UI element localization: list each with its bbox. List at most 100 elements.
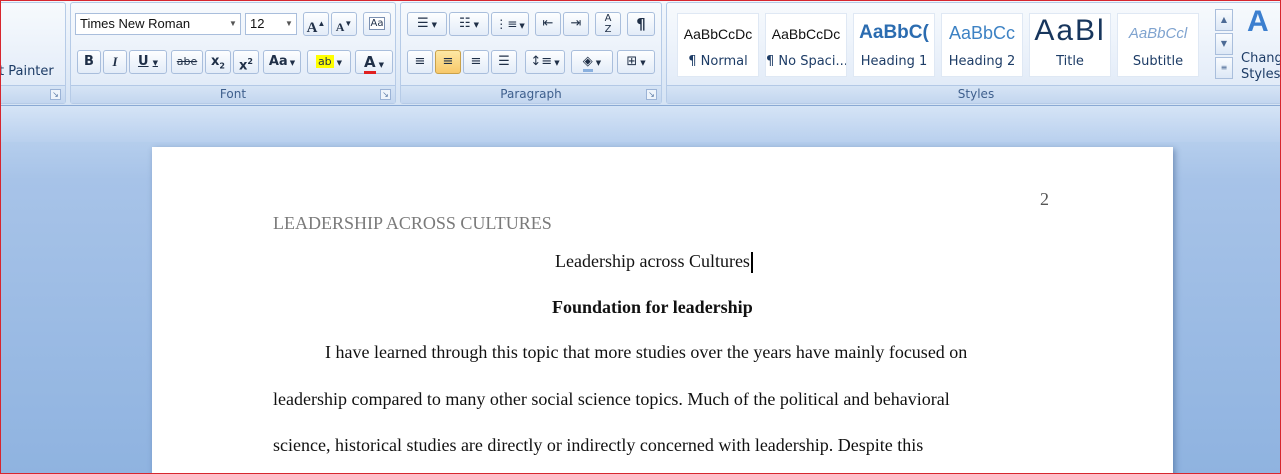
chevron-down-icon[interactable]: ▼ xyxy=(379,61,384,69)
grow-font-button[interactable]: A▲ xyxy=(303,12,329,36)
line-spacing-icon: ↕≡ xyxy=(530,54,553,69)
borders-button[interactable]: ⊞ ▼ xyxy=(617,50,655,74)
style-sample: AaBbCcDc xyxy=(771,26,841,42)
paragraph-group-label: Paragraph xyxy=(401,85,661,103)
paragraph-mark-icon: ¶ xyxy=(636,15,646,33)
body-line: leadership compared to many other social… xyxy=(273,389,950,409)
clipboard-dialog-launcher[interactable]: ↘ xyxy=(50,89,61,100)
change-styles-icon: A xyxy=(1247,5,1269,38)
multilevel-list-button[interactable]: ⋮≡ ▼ xyxy=(491,12,529,36)
style-sample: AaBbC( xyxy=(859,22,929,43)
document-title-text: Leadership across Cultures xyxy=(555,251,750,271)
bold-button[interactable]: B xyxy=(77,50,101,74)
line-spacing-button[interactable]: ↕≡ ▼ xyxy=(525,50,565,74)
chevron-down-icon[interactable]: ▼ xyxy=(226,14,240,34)
font-dialog-launcher[interactable]: ↘ xyxy=(380,89,391,100)
font-color-button[interactable]: A ▼ xyxy=(355,50,393,74)
paragraph-dialog-launcher[interactable]: ↘ xyxy=(646,89,657,100)
justify-button[interactable]: ☰ xyxy=(491,50,517,74)
chevron-down-icon[interactable]: ▼ xyxy=(153,59,158,67)
change-styles-button[interactable]: A Chang Styles xyxy=(1239,5,1281,85)
chevron-down-icon: ▼ xyxy=(1220,39,1228,48)
underline-button[interactable]: U ▼ xyxy=(129,50,167,74)
bullets-icon: ☰ xyxy=(416,16,429,31)
paragraph-group: ☰ ▼ ☷ ▼ ⋮≡ ▼ ⇤ ⇥ AZ ¶ ≡ ≡ ≡ ☰ ↕≡ ▼ ◈ ▼ ⊞… xyxy=(400,2,662,104)
chevron-down-icon[interactable]: ▼ xyxy=(640,59,645,67)
font-size-combo[interactable]: 12 ▼ xyxy=(245,13,297,35)
change-styles-label-2: Styles xyxy=(1241,67,1281,82)
bold-icon: B xyxy=(84,54,94,69)
styles-scroll-down[interactable]: ▼ xyxy=(1215,33,1233,55)
document-page[interactable]: 2 LEADERSHIP ACROSS CULTURES Leadership … xyxy=(152,147,1173,474)
highlight-color-button[interactable]: ab ▼ xyxy=(307,50,351,74)
style-name: ¶ Normal xyxy=(688,54,748,69)
style-name: Subtitle xyxy=(1132,54,1184,69)
style-sample: AaBl xyxy=(1034,14,1106,47)
chevron-down-icon[interactable]: ▼ xyxy=(474,21,479,29)
chevron-down-icon[interactable]: ▼ xyxy=(596,59,601,67)
clear-formatting-button[interactable]: Aa xyxy=(363,12,391,36)
more-icon: ≡ xyxy=(1220,63,1228,72)
style-name: Heading 1 xyxy=(860,54,928,69)
decrease-indent-button[interactable]: ⇤ xyxy=(535,12,561,36)
sort-button[interactable]: AZ xyxy=(595,12,621,36)
style-sample: AaBbCcDc xyxy=(683,26,753,42)
underline-icon: U xyxy=(138,54,149,69)
numbering-button[interactable]: ☷ ▼ xyxy=(449,12,489,36)
italic-button[interactable]: I xyxy=(103,50,127,74)
chevron-up-icon: ▲ xyxy=(1220,15,1228,24)
chevron-down-icon[interactable]: ▼ xyxy=(337,59,342,67)
change-case-button[interactable]: Aa ▼ xyxy=(263,50,301,74)
style-heading-1[interactable]: AaBbC( Heading 1 xyxy=(853,13,935,77)
font-family-value: Times New Roman xyxy=(80,16,191,31)
shrink-font-button[interactable]: A▼ xyxy=(331,12,357,36)
workspace-top-strip xyxy=(0,106,1281,142)
change-case-icon: Aa xyxy=(268,54,288,69)
page-number: 2 xyxy=(1040,189,1049,209)
shading-button[interactable]: ◈ ▼ xyxy=(571,50,613,74)
section-heading: Foundation for leadership xyxy=(552,297,753,317)
document-title[interactable]: Leadership across Cultures xyxy=(555,251,753,274)
strikethrough-button[interactable]: abe xyxy=(171,50,203,74)
font-family-combo[interactable]: Times New Roman ▼ xyxy=(75,13,241,35)
chevron-down-icon[interactable]: ▼ xyxy=(282,14,296,34)
style-normal[interactable]: AaBbCcDc ¶ Normal xyxy=(677,13,759,77)
increase-indent-button[interactable]: ⇥ xyxy=(563,12,589,36)
style-heading-2[interactable]: AaBbCc Heading 2 xyxy=(941,13,1023,77)
styles-group: AaBbCcDc ¶ Normal AaBbCcDc ¶ No Spaci...… xyxy=(666,2,1281,104)
show-marks-button[interactable]: ¶ xyxy=(627,12,655,36)
superscript-button[interactable]: x2 xyxy=(233,50,259,74)
format-painter-button[interactable]: t Painter xyxy=(0,64,54,79)
sort-icon: AZ xyxy=(604,13,612,35)
highlight-icon: ab xyxy=(315,55,334,68)
borders-icon: ⊞ xyxy=(626,54,638,69)
decrease-indent-icon: ⇤ xyxy=(542,16,554,31)
body-line: I have learned through this topic that m… xyxy=(325,342,968,362)
paint-bucket-icon: ◈ xyxy=(582,54,593,72)
styles-more-button[interactable]: ≡ xyxy=(1215,57,1233,79)
strikethrough-icon: abe xyxy=(176,55,198,68)
clear-formatting-icon: Aa xyxy=(368,17,386,30)
numbering-icon: ☷ xyxy=(458,16,471,31)
italic-icon: I xyxy=(112,54,118,69)
align-left-button[interactable]: ≡ xyxy=(407,50,433,74)
align-right-button[interactable]: ≡ xyxy=(463,50,489,74)
ribbon: t Painter ↘ Times New Roman ▼ 12 ▼ A▲ A▼… xyxy=(0,0,1281,106)
align-right-icon: ≡ xyxy=(470,54,482,69)
style-sample: AaBbCc xyxy=(948,23,1016,43)
font-group-label: Font xyxy=(71,85,395,103)
style-title[interactable]: AaBl Title xyxy=(1029,13,1111,77)
style-no-spacing[interactable]: AaBbCcDc ¶ No Spaci... xyxy=(765,13,847,77)
chevron-down-icon[interactable]: ▼ xyxy=(432,21,437,29)
chevron-down-icon[interactable]: ▼ xyxy=(519,22,524,30)
align-center-icon: ≡ xyxy=(442,54,454,69)
align-center-button[interactable]: ≡ xyxy=(435,50,461,74)
font-color-icon: A xyxy=(364,53,376,74)
subscript-button[interactable]: x2 xyxy=(205,50,231,74)
style-sample: AaBbCcl xyxy=(1128,25,1188,42)
bullets-button[interactable]: ☰ ▼ xyxy=(407,12,447,36)
chevron-down-icon[interactable]: ▼ xyxy=(290,59,295,67)
style-subtitle[interactable]: AaBbCcl Subtitle xyxy=(1117,13,1199,77)
chevron-down-icon[interactable]: ▼ xyxy=(554,59,559,67)
styles-scroll-up[interactable]: ▲ xyxy=(1215,9,1233,31)
